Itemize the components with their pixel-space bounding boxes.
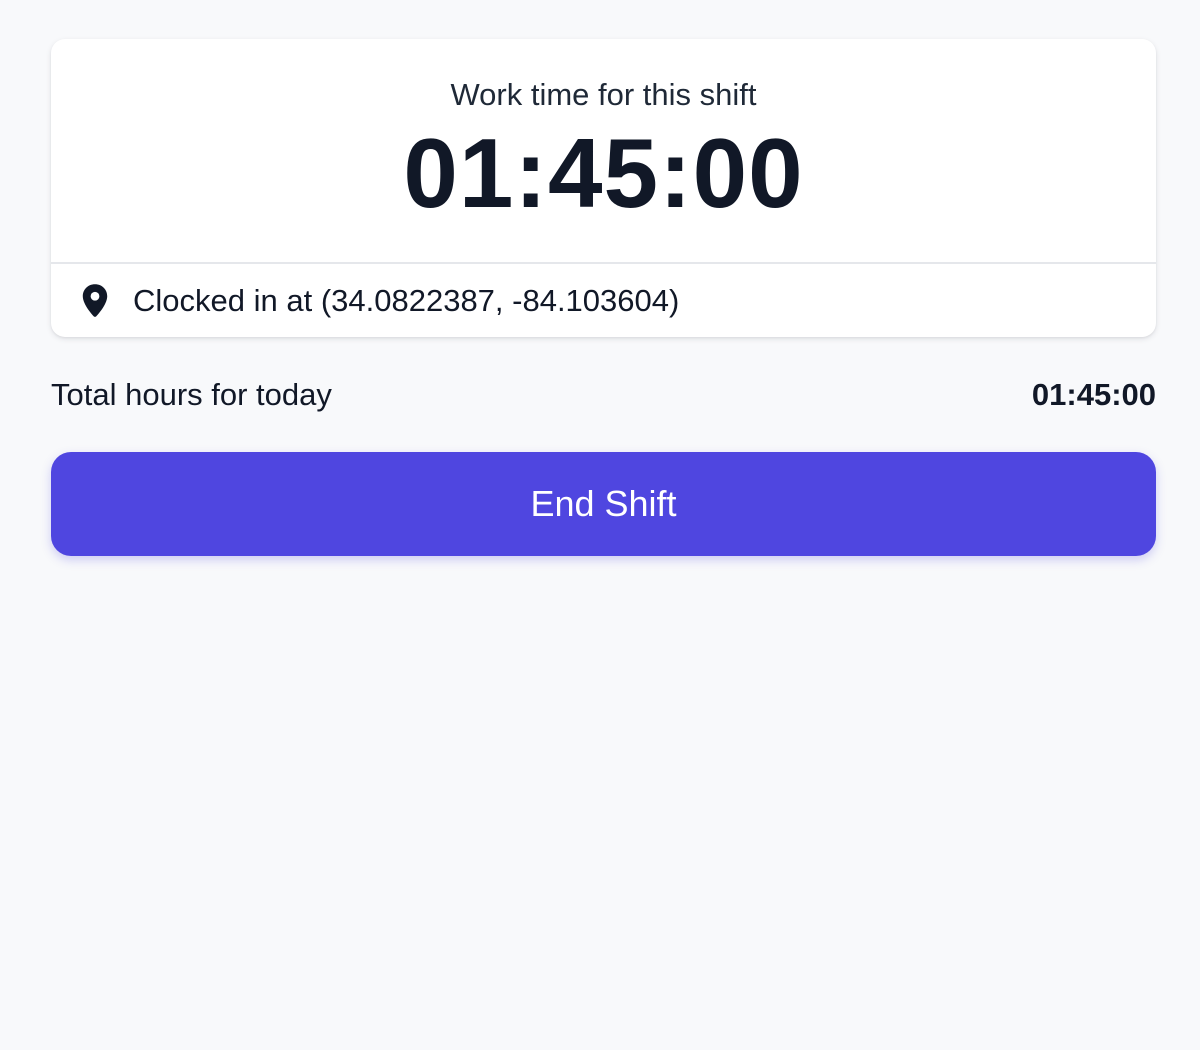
end-shift-button[interactable]: End Shift xyxy=(51,452,1156,556)
location-row: Clocked in at (34.0822387, -84.103604) xyxy=(51,264,1156,337)
clock-in-location: Clocked in at (34.0822387, -84.103604) xyxy=(133,282,680,318)
main-content: Work time for this shift 01:45:00 Clocke… xyxy=(51,39,1156,556)
shift-card: Work time for this shift 01:45:00 Clocke… xyxy=(51,39,1156,337)
shift-timer-label: Work time for this shift xyxy=(450,77,757,112)
timer-section: Work time for this shift 01:45:00 xyxy=(51,39,1156,264)
map-pin-icon xyxy=(79,283,111,319)
total-hours-row: Total hours for today 01:45:00 xyxy=(51,375,1156,415)
shift-timer-value: 01:45:00 xyxy=(403,118,804,228)
total-hours-value: 01:45:00 xyxy=(1031,377,1156,412)
total-hours-label: Total hours for today xyxy=(51,377,332,412)
